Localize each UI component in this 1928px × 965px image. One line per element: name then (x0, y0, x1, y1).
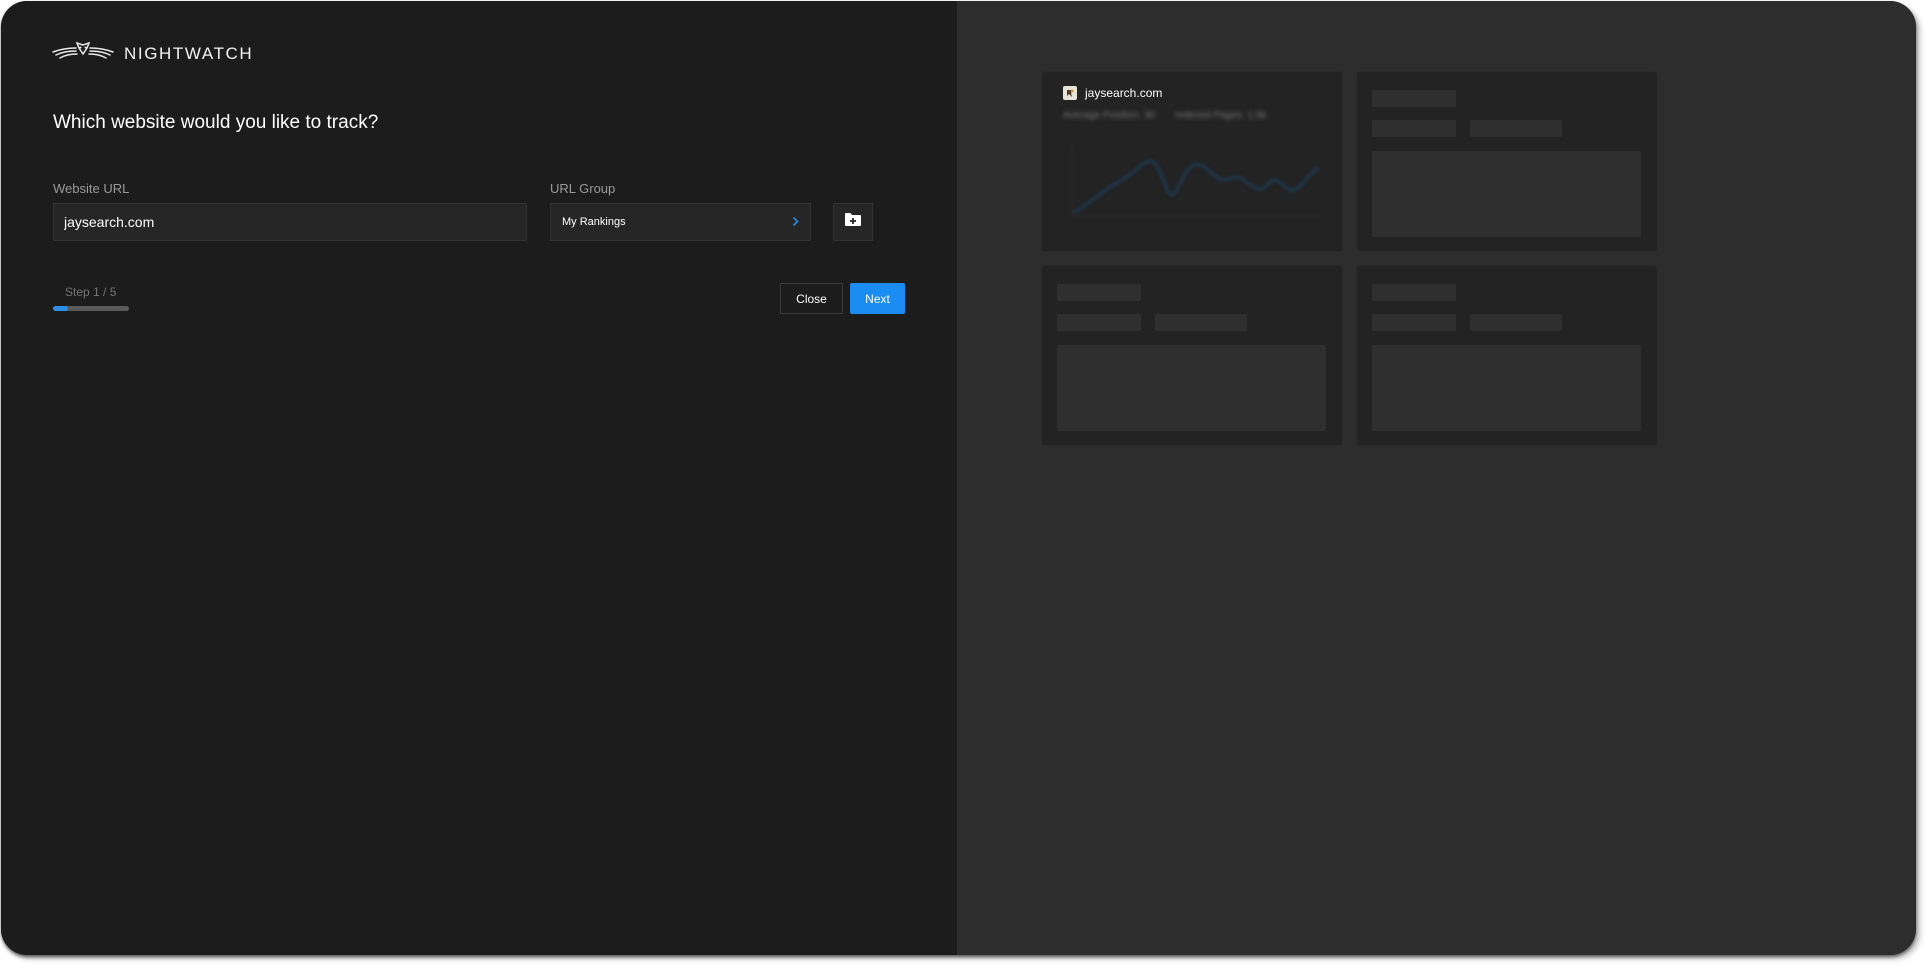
placeholder-card (1356, 265, 1658, 446)
brand-logo: NIGHTWATCH (52, 40, 253, 67)
close-button[interactable]: Close (780, 283, 843, 314)
site-name: jaysearch.com (1085, 86, 1163, 100)
owl-wings-logo-icon (52, 40, 114, 67)
site-stats: Average Position: 30 Indexed Pages: 1.5k (1063, 110, 1266, 121)
wizard-panel: NIGHTWATCH Which website would you like … (1, 1, 957, 955)
site-header: jaysearch.com (1063, 86, 1162, 100)
step-progress-bar (53, 306, 129, 311)
website-url-input[interactable] (53, 203, 527, 241)
dashboard-preview: jaysearch.com Average Position: 30 Index… (957, 1, 1916, 955)
folder-plus-icon (844, 212, 862, 232)
stat-average-position: Average Position: 30 (1063, 110, 1156, 121)
stat-indexed-pages: Indexed Pages: 1.5k (1175, 110, 1267, 121)
rankings-mini-chart (1071, 144, 1322, 217)
step-indicator: Step 1 / 5 (65, 285, 117, 299)
wizard-heading: Which website would you like to track? (53, 112, 379, 133)
placeholder-card (1041, 265, 1343, 446)
url-group-select[interactable]: My Rankings (550, 203, 811, 241)
site-preview-card: jaysearch.com Average Position: 30 Index… (1041, 71, 1343, 252)
chevron-right-icon (792, 215, 799, 230)
placeholder-card (1356, 71, 1658, 252)
brand-name: NIGHTWATCH (124, 43, 254, 63)
step-progress-fill (53, 306, 69, 311)
url-group-value: My Rankings (562, 216, 626, 228)
next-button[interactable]: Next (850, 283, 905, 314)
website-url-label: Website URL (53, 181, 130, 196)
url-group-label: URL Group (550, 181, 616, 196)
site-favicon-icon (1063, 86, 1077, 100)
add-url-group-button[interactable] (833, 203, 873, 241)
app-window: NIGHTWATCH Which website would you like … (1, 1, 1916, 955)
